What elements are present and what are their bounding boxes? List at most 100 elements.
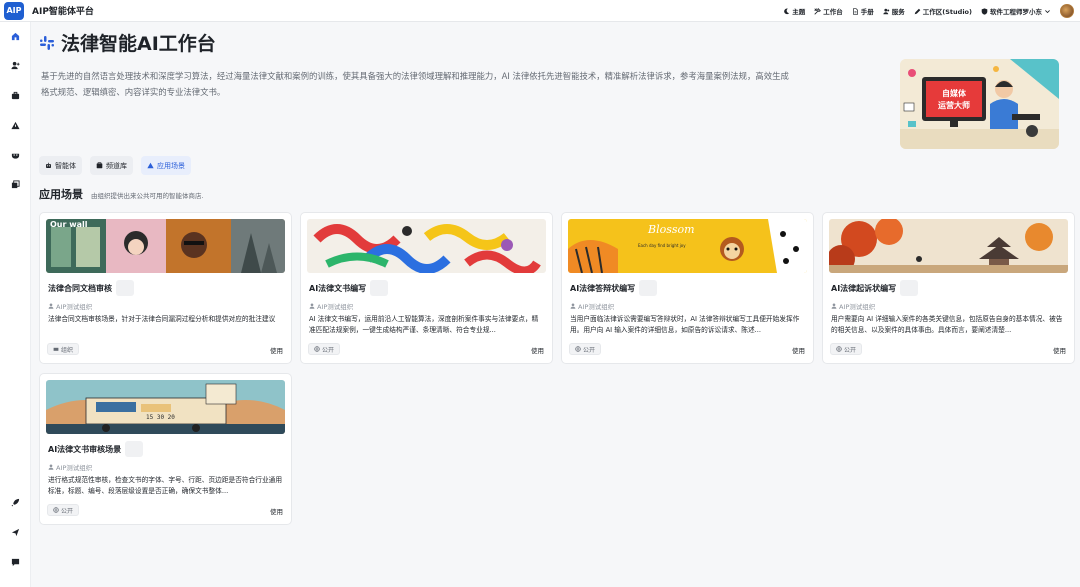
nav-workbench[interactable]: 工作台 [814, 6, 843, 16]
sidebar-item-send[interactable] [8, 525, 22, 539]
card-title-text: AI法律起诉状编写 [831, 283, 897, 293]
card-title-text: 法律合同文档审核 [48, 283, 112, 293]
visibility-badge: 公开 [47, 504, 80, 516]
nav-manual-label: 手册 [860, 8, 874, 16]
sidebar-item-chat[interactable] [8, 555, 22, 569]
use-button[interactable]: 使用 [270, 506, 283, 516]
nav-studio-label: 工作区(Studio) [922, 8, 972, 16]
user-icon [48, 464, 54, 470]
card-org: AIP测试组织 [48, 301, 92, 311]
card-org: AIP测试组织 [309, 301, 353, 311]
globe-icon [314, 346, 320, 352]
card-title-placeholder [116, 280, 134, 296]
card-title-placeholder [370, 280, 389, 296]
tab-scenarios[interactable]: 应用场景 [141, 156, 191, 175]
users-icon [883, 8, 890, 14]
user-icon [48, 303, 54, 309]
visibility-badge: 公开 [569, 343, 602, 355]
nav-service[interactable]: 服务 [883, 6, 905, 16]
svg-text:Our wall: Our wall [50, 220, 88, 229]
sidebar-item-alerts[interactable] [8, 118, 22, 132]
sidebar-item-layers[interactable] [8, 177, 22, 191]
card-description: AI 法律文书编写，运用前沿人工智能算法，深度剖析案件事实与法律要点，精准匹配法… [309, 315, 539, 334]
page-header: 法律智能AI工作台 [39, 29, 216, 56]
card-org-name: AIP测试组织 [839, 303, 876, 311]
doc-icon [852, 7, 858, 15]
nav-user-menu[interactable]: 软件工程师罗小东 [981, 6, 1051, 16]
scenario-card[interactable]: AI法律文书编写 AIP测试组织 AI 法律文书编写，运用前沿人工智能算法，深度… [300, 212, 553, 364]
use-button[interactable]: 使用 [792, 345, 805, 355]
send-icon [11, 528, 19, 536]
card-title-placeholder [639, 280, 658, 296]
card-image: Blossom Each day find bright joy [568, 219, 807, 273]
nav-service-label: 服务 [891, 8, 905, 16]
section-subtitle: 由组织提供出来公共可用的智能体商店. [91, 192, 204, 200]
use-button[interactable]: 使用 [531, 345, 544, 355]
nav-theme-label: 主题 [792, 8, 806, 16]
card-org: AIP测试组织 [48, 462, 92, 472]
card-description: 法律合同文档审核场景，针对于法律合同漏洞过程分析和提供对应的批注建议 [48, 315, 276, 323]
brand-name[interactable]: AIP智能体平台 [32, 4, 94, 17]
page-description: 基于先进的自然语言处理技术和深度学习算法，经过海量法律文献和案例的训练，使其具备… [41, 71, 789, 97]
user-icon [309, 303, 315, 309]
svg-text:Blossom: Blossom [647, 223, 695, 236]
hero-text-line2: 运营大师 [938, 100, 970, 110]
scenario-card[interactable]: Our wall 法律合同文档审核 AIP测试组织 法律合同文档审核场景，针对于… [39, 212, 292, 364]
scenario-card[interactable]: Blossom Each day find bright joy AI法律答辩状… [561, 212, 814, 364]
svg-text:15 30 20: 15 30 20 [146, 414, 175, 421]
home-icon [11, 32, 19, 40]
org-icon [53, 347, 59, 351]
sidebar-item-home[interactable] [8, 29, 22, 43]
card-image: Our wall [46, 219, 285, 273]
tab-agents-label: 智能体 [55, 161, 76, 170]
nav-manual[interactable]: 手册 [852, 6, 874, 16]
card-org-name: AIP测试组织 [56, 303, 93, 311]
layers-icon [11, 179, 20, 188]
briefcase-icon [11, 91, 19, 99]
sidebar-item-briefcase[interactable] [8, 88, 22, 102]
scene-icon [147, 162, 154, 169]
nav-theme[interactable]: 主题 [783, 6, 805, 16]
page-title: 法律智能AI工作台 [61, 33, 216, 55]
use-button[interactable]: 使用 [270, 345, 283, 355]
library-icon [96, 162, 103, 169]
sidebar-item-agents[interactable] [8, 58, 22, 72]
badge-label: 公开 [61, 507, 74, 515]
hero-illustration: 自媒体 运营大师 [900, 59, 1059, 149]
app-logo[interactable]: AIP [4, 1, 24, 20]
globe-icon [575, 346, 581, 352]
scenario-card[interactable]: AI法律起诉状编写 AIP测试组织 用户需要向 AI 详细输入案件的各类关键信息… [822, 212, 1075, 364]
globe-icon [53, 507, 59, 513]
use-button[interactable]: 使用 [1053, 345, 1066, 355]
avatar[interactable] [1060, 4, 1074, 18]
badge-label: 公开 [583, 346, 596, 354]
top-nav: 主题 工作台 手册 服务 工作区(Studio) 软件工程师罗小东 [783, 0, 1074, 22]
nav-studio[interactable]: 工作区(Studio) [914, 6, 972, 16]
card-title: 法律合同文档审核 [48, 280, 134, 296]
card-title-placeholder [125, 441, 144, 457]
scenario-card[interactable]: 15 30 20 AI法律文书审核场景 AIP测试组织 进行格式规范性审核，检查… [39, 373, 292, 525]
card-description: 用户需要向 AI 详细输入案件的各类关键信息，包括原告自身的基本情况、被告的相关… [831, 315, 1063, 334]
chat-icon [11, 558, 19, 566]
pen-icon [914, 8, 921, 14]
tab-agents[interactable]: 智能体 [39, 156, 82, 175]
card-org-name: AIP测试组织 [56, 464, 93, 472]
svg-text:Each day find bright joy: Each day find bright joy [638, 243, 686, 248]
nav-user-label: 软件工程师罗小东 [990, 8, 1042, 16]
card-description: 当用户面临法律诉讼需要编写答辩状时，AI 法律答辩状编写工具便开始发挥作用。用户… [570, 315, 800, 334]
card-title-placeholder [900, 280, 919, 296]
section-header: 应用场景 由组织提供出来公共可用的智能体商店. [39, 186, 204, 202]
tab-library[interactable]: 频道库 [90, 156, 133, 175]
sidebar-item-rocket[interactable] [8, 495, 22, 509]
shield-icon [981, 7, 988, 15]
badge-label: 公开 [844, 346, 857, 354]
sidebar-item-mask[interactable] [8, 148, 22, 162]
mask-icon [11, 153, 19, 159]
top-bar: AIP AIP智能体平台 主题 工作台 手册 服务 工作区(Studio) 软件… [0, 0, 1080, 22]
card-title-text: AI法律文书编写 [309, 283, 367, 293]
section-title: 应用场景 [39, 188, 83, 201]
user-icon [570, 303, 576, 309]
card-image [829, 219, 1068, 273]
tab-library-label: 频道库 [106, 161, 127, 170]
card-title: AI法律文书编写 [309, 280, 389, 296]
